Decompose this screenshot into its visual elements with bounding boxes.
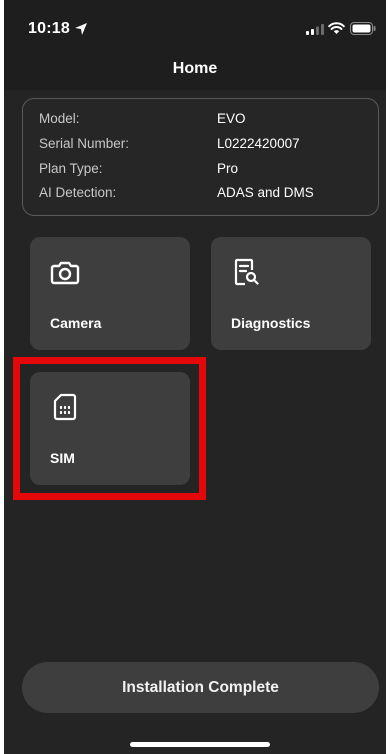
info-label: Plan Type: [39, 161, 103, 176]
document-search-icon [234, 258, 259, 286]
highlight-annotation [13, 357, 206, 500]
info-label: Serial Number: [39, 136, 130, 151]
device-info-card: Model: EVO Serial Number: L0222420007 Pl… [22, 98, 379, 216]
phone-screen: 10:18 Home Model: EVO Serial Number: L02… [4, 0, 386, 754]
info-value: EVO [217, 111, 246, 126]
info-value: Pro [217, 161, 239, 176]
diagnostics-label: Diagnostics [231, 315, 311, 331]
camera-icon [50, 261, 80, 285]
camera-label: Camera [50, 315, 102, 331]
wifi-icon [328, 22, 345, 34]
info-row-serial: Serial Number: L0222420007 [23, 136, 378, 158]
installation-complete-button[interactable]: Installation Complete [22, 662, 379, 713]
signal-icon [306, 24, 324, 35]
info-label: Model: [39, 111, 80, 126]
info-row-model: Model: EVO [23, 111, 378, 133]
info-value: L0222420007 [217, 136, 300, 151]
info-value: ADAS and DMS [217, 185, 314, 200]
camera-tile[interactable]: Camera [30, 237, 190, 350]
status-bar: 10:18 [4, 0, 386, 56]
info-row-plan: Plan Type: Pro [23, 161, 378, 183]
diagnostics-tile[interactable]: Diagnostics [211, 237, 371, 350]
location-arrow-icon [75, 23, 87, 35]
info-label: AI Detection: [39, 185, 117, 200]
page-title: Home [172, 60, 218, 77]
home-indicator [130, 742, 270, 747]
info-row-ai-detection: AI Detection: ADAS and DMS [23, 185, 378, 207]
battery-icon [350, 22, 376, 35]
status-time: 10:18 [28, 20, 70, 37]
